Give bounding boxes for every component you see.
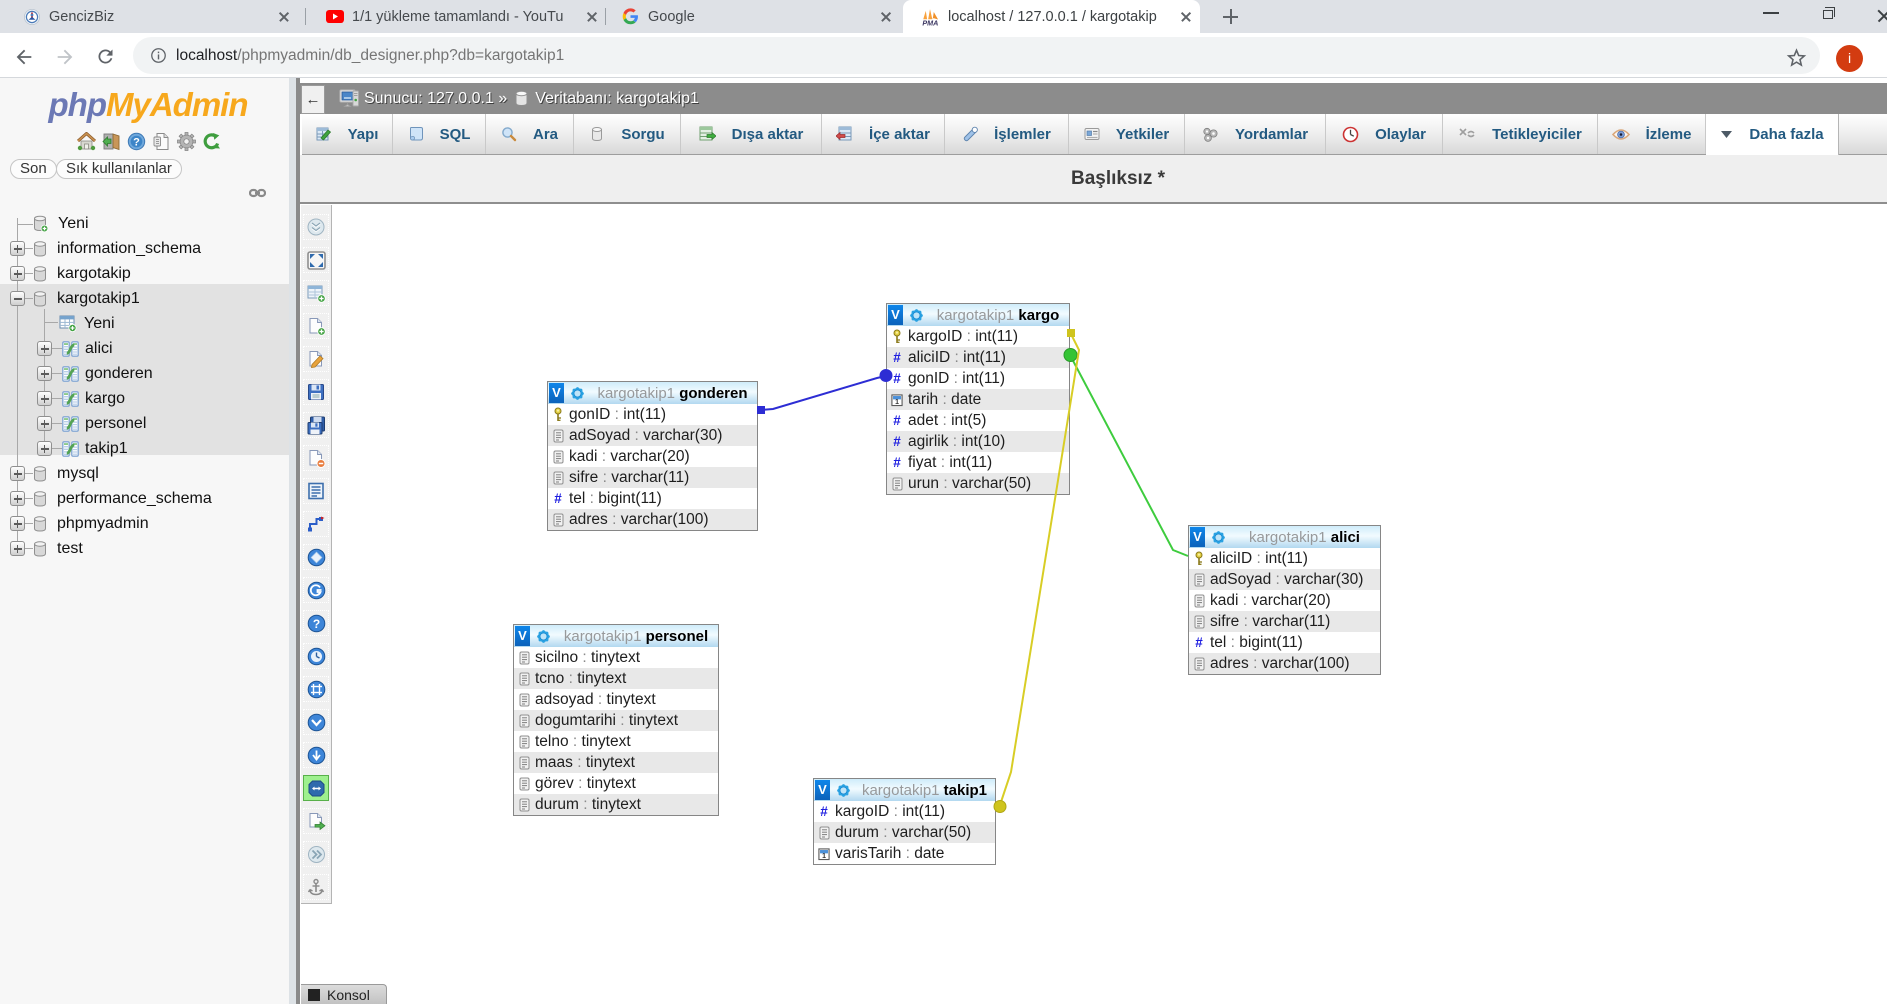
svg-text:1: 1 xyxy=(895,399,899,406)
svg-text:1: 1 xyxy=(822,853,826,860)
svg-text:?: ? xyxy=(312,617,319,631)
svg-text:PMA: PMA xyxy=(922,18,938,25)
svg-text:?: ? xyxy=(133,137,140,149)
